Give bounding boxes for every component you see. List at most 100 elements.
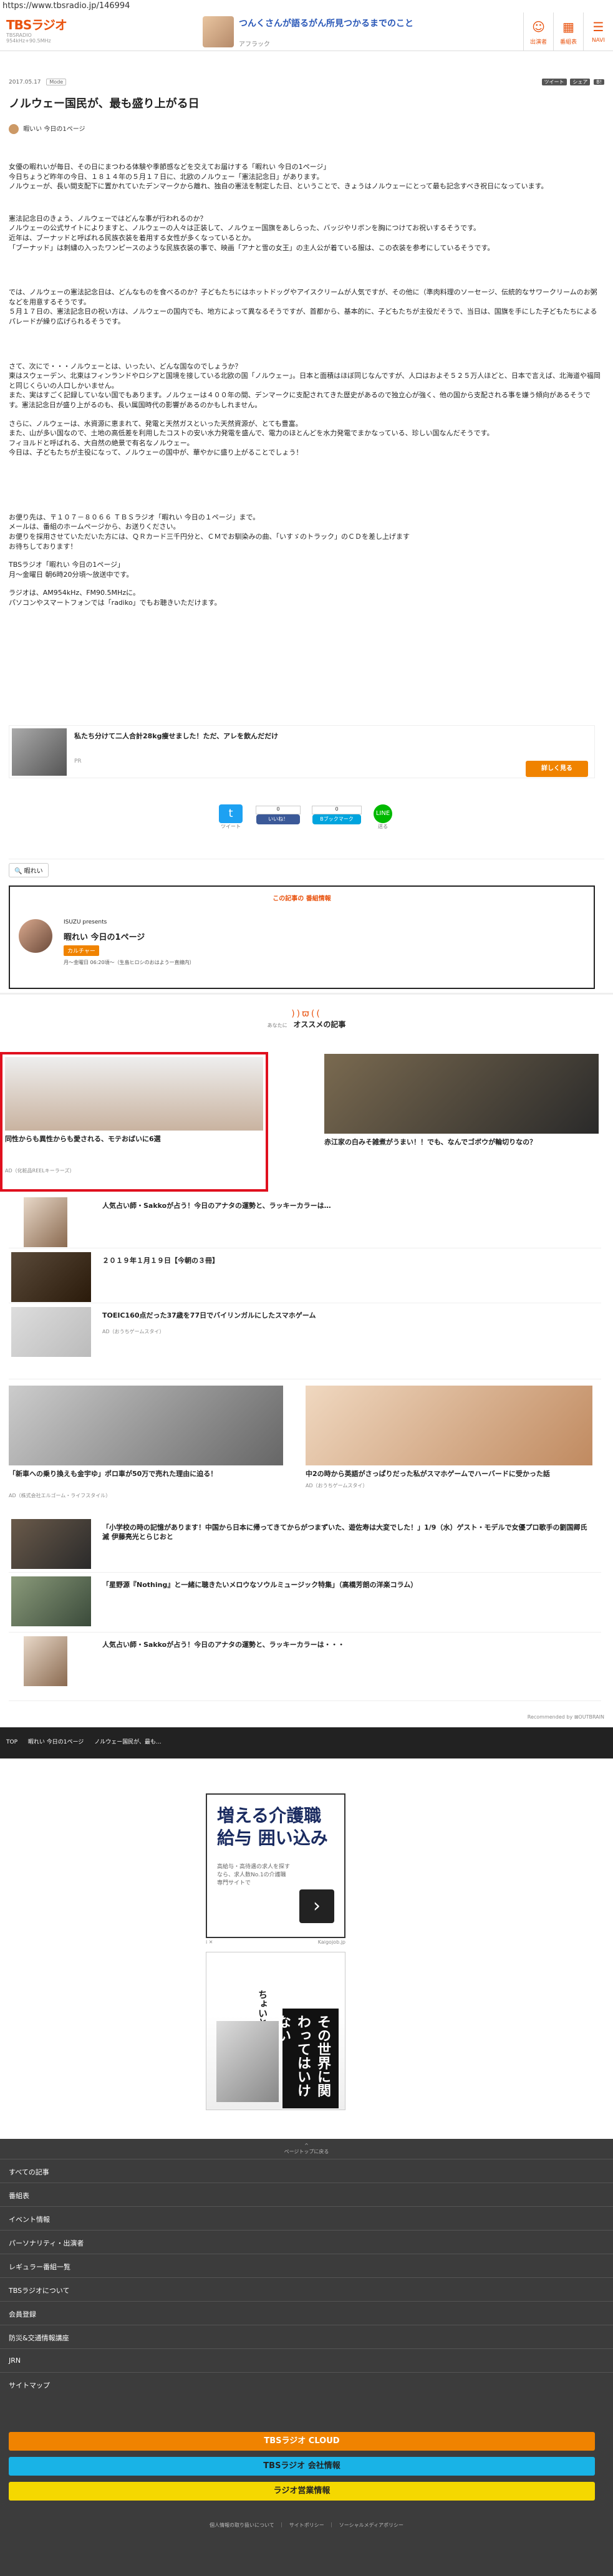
recommend-card[interactable]: 中2の時から英語がさっぱりだった私がスマホゲームでハーバードに受かった話 AD（… xyxy=(306,1386,592,1489)
hatena-share[interactable]: 0 Bブックマーク xyxy=(312,804,362,824)
tag-row: 🔍 暇れい xyxy=(9,859,604,877)
promo-text: 私たち分けて二人合計28kg痩せました！ただ、アレを飲んだだけ xyxy=(74,732,279,740)
paragraph: さらに、ノルウェーは、水資源に恵まれて、発電と天然ガスといった天然資源が、とても… xyxy=(9,419,494,457)
footer-link[interactable]: 防災&交通情報講座 xyxy=(0,2325,613,2348)
twitter-icon: t xyxy=(219,804,243,823)
facebook-share[interactable]: 0 いいね！ xyxy=(256,804,301,824)
tag-chip[interactable]: 🔍 暇れい xyxy=(9,863,49,877)
header-ad[interactable]: つんくさんが語るがん所見つかるまでのこと アフラック xyxy=(203,16,415,48)
site-logo[interactable]: TBSラジオ TBSRADIO 954kHz+90.5MHz xyxy=(6,17,75,44)
program-schedule: 月～金曜日 06:20頃～（生島ヒロシのおはよう一直線内） xyxy=(64,960,195,965)
footer-link[interactable]: TBSラジオについて xyxy=(0,2277,613,2301)
footer-link[interactable]: イベント情報 xyxy=(0,2206,613,2230)
manga-ad[interactable]: ちょいと その世界に関わってはいけない xyxy=(206,1952,345,2110)
mini-share[interactable]: シェア xyxy=(570,79,591,85)
row-thumb xyxy=(11,1519,91,1569)
row-thumb xyxy=(24,1197,67,1247)
page-top-link[interactable]: ^ ページトップに戻る xyxy=(0,2139,613,2159)
program-badge: カルチャー xyxy=(64,945,99,956)
breadcrumb-home[interactable]: TOP xyxy=(6,1739,17,1745)
legal-links[interactable]: 個人情報の取り扱いについて ｜ サイトポリシー ｜ ソーシャルメディアポリシー xyxy=(0,2522,613,2529)
ad-headline: 増える介護職 給与 囲い込み xyxy=(217,1805,328,1848)
breadcrumb-program[interactable]: 暇れい 今日の1ページ xyxy=(28,1739,84,1745)
divider xyxy=(0,993,613,995)
site-header: TBSラジオ TBSRADIO 954kHz+90.5MHz つんくさんが語るが… xyxy=(0,12,613,51)
promo-button[interactable]: 詳しく見る xyxy=(526,761,588,777)
sales-info-button[interactable]: ラジオ営業情報 xyxy=(9,2482,595,2501)
article-tag[interactable]: Mode xyxy=(46,79,67,85)
adchoices-icon[interactable]: i ✕ xyxy=(206,1939,213,1945)
row-thumb xyxy=(11,1307,91,1357)
article-body: 女優の暇れいが毎日、その日にまつわる体験や季節感などを交えてお届けする「暇れい … xyxy=(9,162,601,617)
care-job-ad[interactable]: 増える介護職 給与 囲い込み 高給与・高待遇の求人を探すなら、求人数No.1の介… xyxy=(206,1793,345,1938)
calendar-icon: ▦ xyxy=(562,19,574,34)
program-byline[interactable]: 暇いい 今日の1ページ xyxy=(9,123,85,134)
article-date: 2017.05.17 xyxy=(9,79,41,85)
logo-text: TBSラジオ xyxy=(6,17,67,32)
program-title: 暇れい 今日の1ページ xyxy=(64,933,145,942)
manga-image xyxy=(216,2021,279,2102)
promo-image xyxy=(12,728,67,776)
header-ad-sponsor: アフラック xyxy=(239,41,270,48)
performers-button[interactable]: ☺ 出演者 xyxy=(523,12,553,51)
promo-banner[interactable]: 私たち分けて二人合計28kg痩せました！ただ、アレを飲んだだけ PR 詳しく見る xyxy=(9,725,595,778)
ad-label: i ✕ Kaigojob.jp xyxy=(206,1939,345,1945)
wave-icon: ))ϖ(( xyxy=(291,1009,322,1019)
facebook-icon: いいね！ xyxy=(256,814,300,824)
program-presenter: ISUZU presents xyxy=(64,919,107,925)
paragraph: お便り先は、〒１０７－８０６６ ＴＢＳラジオ「暇れい 今日の１ページ」まで。 メ… xyxy=(9,513,410,551)
outbrain-credit[interactable]: Recommended by ⊠OUTBRAIN xyxy=(528,1714,604,1720)
breadcrumb-current: ノルウェー国民が、最も... xyxy=(94,1739,162,1745)
twitter-share[interactable]: t ツイート xyxy=(218,804,243,830)
recommend-card[interactable]: 赤江家の白みそ雑煮がうまい！！でも、なんでゴボウが輪切りなの？ xyxy=(324,1054,599,1147)
paragraph: TBSラジオ「暇れい 今日の1ページ」 月～金曜日 朝6時20分頃～放送中です。 xyxy=(9,561,133,579)
footer-link[interactable]: サイトマップ xyxy=(0,2372,613,2396)
program-avatar xyxy=(9,124,19,134)
footer-link[interactable]: JRN xyxy=(0,2348,613,2372)
mini-hatena[interactable]: B! xyxy=(594,79,604,85)
paragraph: ラジオは、AM954kHz、FM90.5MHzに。 パソコンやスマートフォンでは… xyxy=(9,589,221,607)
nav-menu-button[interactable]: ☰ NAVI xyxy=(583,12,613,51)
footer-link[interactable]: レギュラー番組一覧 xyxy=(0,2254,613,2277)
recommend-row[interactable]: 「小学校の時の記憶があります！中国から日本に帰ってきてからがつまずいた、遊佐寿は… xyxy=(9,1515,601,1573)
mini-tweet[interactable]: ツイート xyxy=(541,79,567,85)
row-thumb xyxy=(11,1252,91,1302)
site-footer: ^ ページトップに戻る すべての記事 番組表 イベント情報 パーソナリティ・出演者… xyxy=(0,2139,613,2576)
company-info-button[interactable]: TBSラジオ 会社情報 xyxy=(9,2457,595,2476)
recommend-row[interactable]: 「星野源『Nothing』と一緒に聴きたいメロウなソウルミュージック特集」（高橋… xyxy=(9,1573,601,1633)
paragraph: さて、次にで・・・ノルウェーとは、いったい、どんな国なのでしょうか？ 東はスウェ… xyxy=(9,362,601,409)
share-bar: t ツイート 0 いいね！ 0 Bブックマーク LINE 送る xyxy=(218,804,393,842)
program-info-box[interactable]: この記事の 番組情報 ISUZU presents 暇れい 今日の1ページ カル… xyxy=(9,885,595,989)
footer-link[interactable]: 会員登録 xyxy=(0,2301,613,2325)
card-image xyxy=(306,1386,592,1465)
promo-sponsor: PR xyxy=(74,758,82,765)
chevron-right-icon[interactable]: › xyxy=(299,1889,334,1923)
cloud-button[interactable]: TBSラジオ CLOUD xyxy=(9,2432,595,2451)
recommend-row[interactable]: 人気占い師・Sakkoが占う！今日のアナタの運勢と、ラッキーカラーは・・・ xyxy=(9,1633,601,1701)
ad-body: 高給与・高待遇の求人を探すなら、求人数No.1の介護職専門サイトで xyxy=(217,1864,291,1886)
line-icon: LINE xyxy=(374,804,392,823)
recommend-row[interactable]: TOEIC160点だった37歳を77日でバイリンガルにしたスマホゲーム AD（お… xyxy=(9,1303,601,1379)
footer-link[interactable]: パーソナリティ・出演者 xyxy=(0,2230,613,2254)
url-bar: https://www.tbsradio.jp/146994 xyxy=(0,0,613,12)
header-ad-title: つんくさんが語るがん所見つかるまでのこと xyxy=(239,19,413,29)
recommend-row[interactable]: 人気占い師・Sakkoが占う！今日のアナタの運勢と、ラッキーカラーは… xyxy=(9,1194,601,1248)
recommend-card[interactable]: 「新車への乗り換えも金宇ゆ」ポロ車が50万で売れた理由に迫る！ AD（株式会社エ… xyxy=(9,1386,283,1499)
article-title: ノルウェー国民が、最も盛り上がる日 xyxy=(9,97,200,110)
card-image xyxy=(9,1386,283,1465)
highlighted-card[interactable]: 同性からも異性からも愛される、モテおばいに6選 AD（化粧品REELキーラーズ） xyxy=(0,1052,268,1192)
row-thumb xyxy=(11,1576,91,1626)
person-icon: ☺ xyxy=(532,19,545,34)
paragraph: 憲法記念日のきょう、ノルウェーではどんな事が行われるのか？ ノルウェーの公式サイ… xyxy=(9,214,495,252)
card-image xyxy=(324,1054,599,1134)
paragraph: 女優の暇れいが毎日、その日にまつわる体験や季節感などを交えてお届けする「暇れい … xyxy=(9,163,548,191)
schedule-button[interactable]: ▦ 番組表 xyxy=(553,12,583,51)
footer-link[interactable]: 番組表 xyxy=(0,2183,613,2206)
recommend-card[interactable]: 同性からも異性からも愛される、モテおばいに6選 AD（化粧品REELキーラーズ） xyxy=(5,1057,263,1174)
manga-title: その世界に関わってはいけない xyxy=(275,2009,339,2108)
breadcrumb: TOP 暇れい 今日の1ページ ノルウェー国民が、最も... xyxy=(0,1727,613,1758)
article-meta: 2017.05.17 Mode ツイート シェア B! xyxy=(9,79,604,87)
footer-link[interactable]: すべての記事 xyxy=(0,2159,613,2183)
recommend-row[interactable]: ２０１９年１月１９日【今朝の３冊】 xyxy=(9,1248,601,1303)
line-share[interactable]: LINE 送る xyxy=(370,804,395,830)
